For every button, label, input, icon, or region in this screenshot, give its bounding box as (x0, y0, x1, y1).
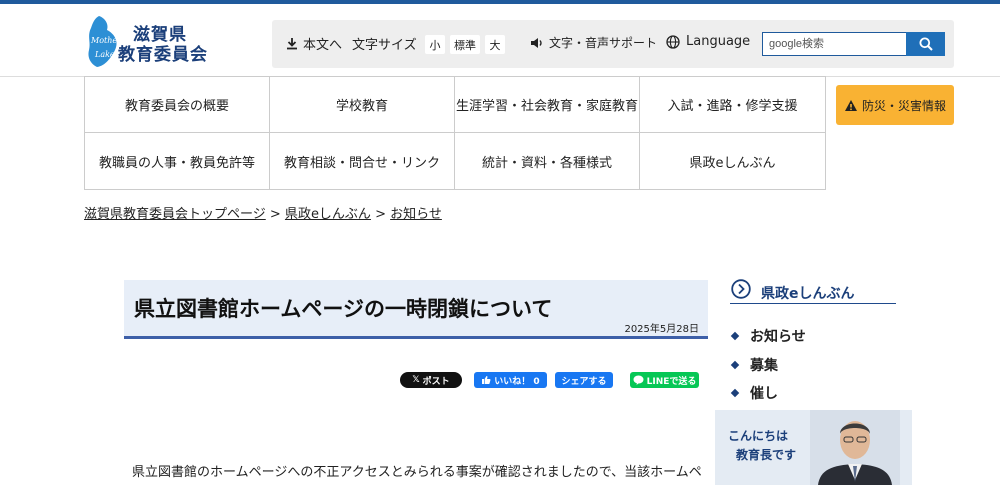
search-input[interactable]: google検索 (762, 32, 907, 56)
banner-text-line2: 教育長です (736, 448, 797, 462)
banner-text-line1: こんにちは (728, 429, 789, 443)
nav-item-entrance-exams[interactable]: 入試・進路・修学支援 (640, 77, 825, 133)
download-arrow-icon (287, 38, 297, 50)
article-body-text: 県立図書館のホームページへの不正アクセスとみられる事案が確認されましたので、当該… (132, 465, 702, 480)
sidebar-item-recruitment[interactable]: 募集 (730, 355, 778, 375)
language-link[interactable]: Language (666, 34, 750, 49)
breadcrumb: 滋賀県教育委員会トップページ > 県政eしんぶん > お知らせ (84, 203, 442, 222)
nav-item-board-overview[interactable]: 教育委員会の概要 (85, 77, 270, 133)
x-post-button[interactable]: 𝕏 ポスト (400, 372, 462, 388)
sidebar-item-label: 募集 (750, 358, 778, 374)
page-title: 県立図書館ホームページの一時閉鎖について (134, 297, 553, 321)
site-logo[interactable]: Mother Lake 滋賀県 教育委員会 (85, 14, 215, 68)
breadcrumb-separator: > (375, 207, 386, 222)
superintendent-photo (810, 410, 900, 485)
global-navigation: 教育委員会の概要 学校教育 生涯学習・社会教育・家庭教育 入試・進路・修学支援 … (84, 76, 826, 190)
nav-item-statistics-forms[interactable]: 統計・資料・各種様式 (455, 133, 640, 189)
sidebar-item-news[interactable]: お知らせ (730, 326, 806, 346)
thumbs-up-icon (482, 376, 491, 384)
text-size-label: 文字サイズ (352, 38, 417, 53)
sidebar-item-events[interactable]: 催し (730, 383, 778, 403)
x-post-label: ポスト (422, 376, 450, 387)
disaster-info-button[interactable]: 防災・災害情報 (836, 85, 954, 125)
logo-mark-text-2: Lake (95, 50, 115, 59)
breadcrumb-home-link[interactable]: 滋賀県教育委員会トップページ (84, 207, 266, 222)
disaster-info-label: 防災・災害情報 (861, 98, 946, 113)
top-accent-bar (0, 0, 1000, 4)
line-share-button[interactable]: LINEで送る (630, 372, 699, 388)
diamond-bullet-icon (730, 360, 740, 370)
breadcrumb-separator: > (269, 207, 281, 222)
diamond-bullet-icon (730, 331, 740, 341)
text-size-large-button[interactable]: 大 (485, 35, 505, 54)
utility-toolbar: 本文へ 文字サイズ 小 標準 大 文字・音声サポート Language goog… (272, 20, 954, 68)
skip-to-content-link[interactable]: 本文へ (286, 34, 342, 53)
search-icon (919, 37, 933, 51)
diamond-bullet-icon (730, 388, 740, 398)
superintendent-banner[interactable]: こんにちは 教育長です (715, 410, 912, 485)
sidebar-item-label: 催し (750, 386, 778, 402)
sidebar-heading[interactable]: 県政eしんぶん (730, 278, 896, 304)
nav-item-school-education[interactable]: 学校教育 (270, 77, 455, 133)
warning-icon (844, 99, 857, 111)
publish-date: 2025年5月28日 (624, 324, 699, 335)
text-size-standard-button[interactable]: 標準 (450, 35, 480, 54)
globe-icon (666, 34, 680, 49)
chevron-circle-icon (731, 279, 751, 299)
facebook-like-label: いいね！ 0 (494, 376, 540, 387)
sidebar-heading-label: 県政eしんぶん (761, 286, 855, 302)
x-logo-icon: 𝕏 (412, 375, 420, 385)
nav-item-kensei-e-shinbun[interactable]: 県政eしんぶん (640, 133, 825, 189)
logo-title-line2: 教育委員会 (118, 45, 208, 65)
line-share-label: LINEで送る (646, 376, 697, 387)
line-logo-icon (633, 375, 644, 385)
skip-to-content-label: 本文へ (303, 38, 343, 53)
text-size-small-button[interactable]: 小 (425, 35, 445, 54)
language-label: Language (686, 34, 751, 49)
nav-item-lifelong-learning[interactable]: 生涯学習・社会教育・家庭教育 (455, 77, 640, 133)
logo-mark-text: Mother (91, 36, 121, 45)
speaker-icon (531, 37, 542, 48)
search-button[interactable] (906, 32, 945, 56)
article-title-box: 県立図書館ホームページの一時閉鎖について 2025年5月28日 (124, 280, 708, 339)
breadcrumb-section-link[interactable]: 県政eしんぶん (285, 207, 371, 222)
nav-item-consultation-links[interactable]: 教育相談・問合せ・リンク (270, 133, 455, 189)
breadcrumb-current-link[interactable]: お知らせ (390, 207, 442, 222)
facebook-like-button[interactable]: いいね！ 0 (474, 372, 547, 388)
facebook-share-button[interactable]: シェアする (555, 372, 613, 388)
sidebar-item-label: お知らせ (750, 329, 806, 345)
voice-support-label: 文字・音声サポート (549, 36, 658, 50)
voice-support-link[interactable]: 文字・音声サポート (530, 34, 657, 51)
nav-item-staff-personnel[interactable]: 教職員の人事・教員免許等 (85, 133, 270, 189)
